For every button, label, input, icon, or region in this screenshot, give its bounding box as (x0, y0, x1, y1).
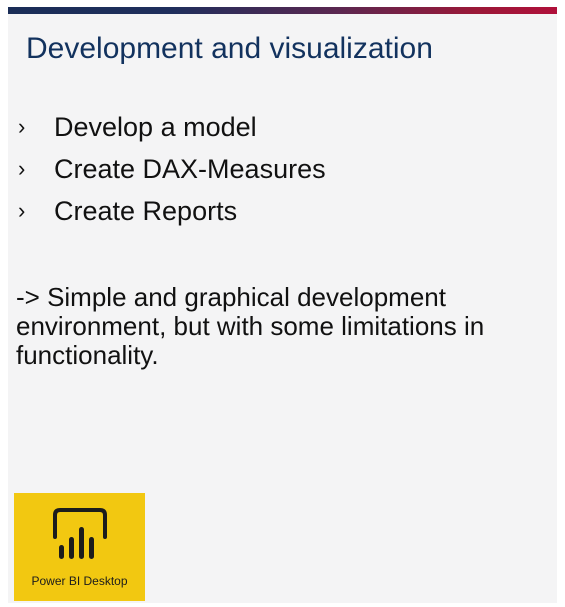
bullet-text: Develop a model (54, 111, 257, 142)
bullet-text: Create Reports (54, 195, 238, 226)
bullet-marker: › (18, 114, 26, 139)
power-bi-icon (53, 508, 107, 559)
slide-title: Development and visualization (26, 32, 433, 65)
bullet-marker: › (18, 156, 26, 181)
list-item: › Create DAX-Measures (16, 148, 326, 190)
summary-note: -> Simple and graphical development envi… (16, 282, 485, 370)
accent-bar (8, 7, 557, 14)
power-bi-desktop-logo: Power BI Desktop (14, 493, 145, 601)
slide: Development and visualization › Develop … (8, 7, 557, 603)
list-item: › Create Reports (16, 190, 326, 232)
logo-label: Power BI Desktop (31, 574, 128, 588)
bullet-text: Create DAX-Measures (54, 153, 326, 184)
list-item: › Develop a model (16, 106, 326, 148)
bullet-marker: › (18, 198, 26, 223)
bullet-list: › Develop a model › Create DAX-Measures … (16, 106, 326, 232)
